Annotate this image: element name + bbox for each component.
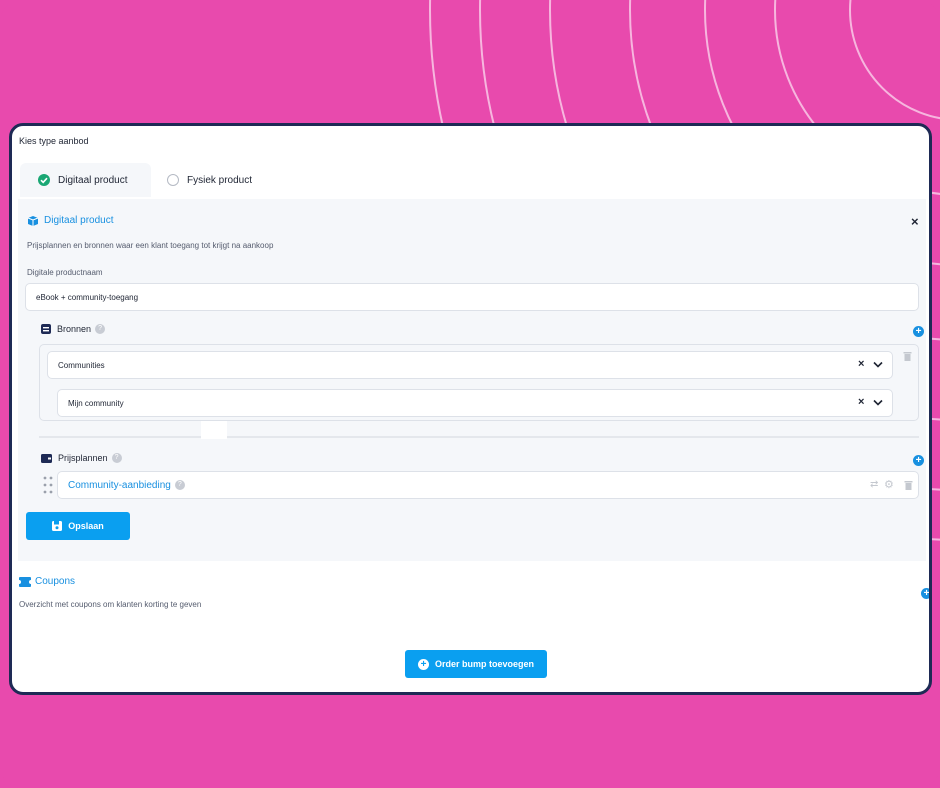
source-type-value: Communities xyxy=(58,360,105,370)
source-type-select[interactable]: Communities xyxy=(47,351,893,379)
swap-icon[interactable]: ⇄ xyxy=(870,479,878,490)
database-icon xyxy=(41,324,51,334)
drag-handle-icon[interactable] xyxy=(43,476,53,494)
chevron-down-icon[interactable] xyxy=(873,399,883,407)
coupons-description: Overzicht met coupons om klanten korting… xyxy=(19,600,202,609)
help-icon[interactable]: ? xyxy=(95,324,106,334)
sources-title: Bronnen xyxy=(57,324,92,334)
add-source-icon[interactable]: + xyxy=(913,326,924,337)
offer-card: Kies type aanbod Digitaal product Fysiek… xyxy=(9,123,932,695)
help-icon[interactable]: ? xyxy=(174,480,185,490)
help-icon[interactable]: ? xyxy=(111,453,122,463)
pricing-heading: Prijsplannen ? xyxy=(41,453,122,463)
digital-product-title: Digitaal product xyxy=(44,215,114,226)
tab-physical-label: Fysiek product xyxy=(187,174,253,186)
drag-handle[interactable] xyxy=(201,421,227,439)
digital-product-panel: Digitaal product × Prijsplannen en bronn… xyxy=(18,199,926,561)
radio-icon xyxy=(167,174,179,186)
product-name-input[interactable]: eBook + community-toegang xyxy=(25,283,919,311)
save-icon xyxy=(52,521,63,531)
digital-product-heading: Digitaal product xyxy=(27,215,113,226)
digital-product-description: Prijsplannen en bronnen waar een klant t… xyxy=(27,241,274,250)
save-button[interactable]: Opslaan xyxy=(26,512,130,540)
save-label: Opslaan xyxy=(68,521,104,531)
divider xyxy=(39,436,919,438)
coupons-title: Coupons xyxy=(35,576,76,587)
add-order-bump-button[interactable]: + Order bump toevoegen xyxy=(405,650,547,678)
product-name-label: Digitale productnaam xyxy=(27,268,103,277)
source-item-value: Mijn community xyxy=(68,398,124,408)
close-icon[interactable]: × xyxy=(911,214,919,229)
pricing-plan-link[interactable]: Community-aanbieding xyxy=(68,480,171,491)
wallet-icon xyxy=(41,453,52,463)
page-title: Kies type aanbod xyxy=(19,136,89,146)
add-plan-icon[interactable]: + xyxy=(913,455,924,466)
add-coupon-icon[interactable]: + xyxy=(921,588,929,599)
tab-physical-product[interactable]: Fysiek product xyxy=(167,163,287,197)
ticket-icon xyxy=(19,576,31,587)
trash-icon[interactable] xyxy=(904,480,913,490)
tab-digital-label: Digitaal product xyxy=(58,174,128,186)
pricing-title: Prijsplannen xyxy=(58,453,108,463)
order-bump-label: Order bump toevoegen xyxy=(434,659,534,669)
trash-icon[interactable] xyxy=(903,351,912,361)
tab-digital-product[interactable]: Digitaal product xyxy=(20,163,151,197)
clear-icon[interactable]: × xyxy=(858,358,864,370)
gear-icon[interactable]: ⚙ xyxy=(884,478,894,491)
source-item-select[interactable]: Mijn community xyxy=(57,389,893,417)
chevron-down-icon[interactable] xyxy=(873,361,883,369)
clear-icon[interactable]: × xyxy=(858,396,864,408)
coupons-heading: Coupons xyxy=(19,576,75,587)
check-circle-icon xyxy=(38,174,50,186)
box-icon xyxy=(27,216,39,226)
pricing-plan-row[interactable]: Community-aanbieding ? xyxy=(57,471,919,499)
plus-circle-icon: + xyxy=(417,658,429,670)
sources-heading: Bronnen ? xyxy=(41,324,106,334)
